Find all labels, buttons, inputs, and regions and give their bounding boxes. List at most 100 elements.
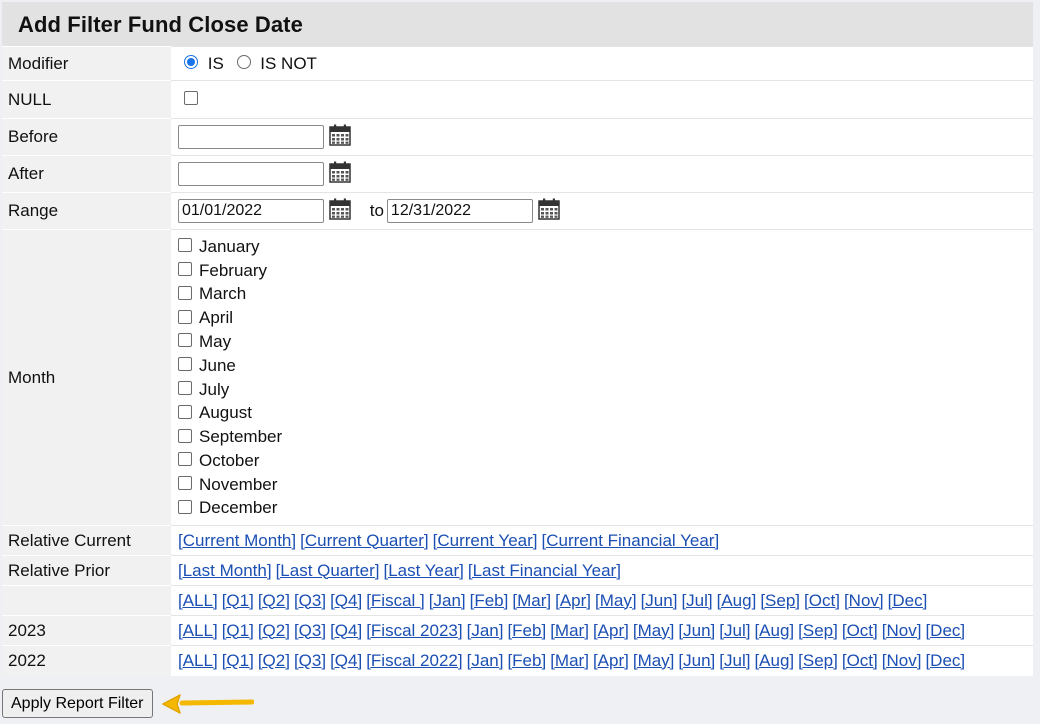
period-link[interactable]: [Aug] bbox=[754, 621, 794, 640]
period-link[interactable]: [Jul] bbox=[719, 621, 750, 640]
month-checkbox[interactable] bbox=[178, 404, 192, 419]
month-checkbox[interactable] bbox=[178, 381, 192, 396]
period-link[interactable]: [Q3] bbox=[294, 591, 326, 610]
month-option[interactable]: November bbox=[173, 473, 1033, 497]
range-from-input[interactable]: 01/01/2022 bbox=[178, 199, 324, 223]
period-link[interactable]: [Q2] bbox=[258, 621, 290, 640]
period-link[interactable]: [Oct] bbox=[804, 591, 840, 610]
period-link[interactable]: [Mar] bbox=[512, 591, 551, 610]
month-checkbox[interactable] bbox=[178, 357, 192, 372]
period-link[interactable]: [ALL] bbox=[178, 651, 218, 670]
link-last-financial-year[interactable]: [Last Financial Year] bbox=[468, 561, 621, 580]
calendar-icon[interactable] bbox=[329, 198, 351, 225]
apply-report-filter-button[interactable]: Apply Report Filter bbox=[2, 689, 153, 718]
month-option[interactable]: May bbox=[173, 330, 1033, 354]
link-current-year[interactable]: [Current Year] bbox=[433, 531, 538, 550]
before-date-input[interactable] bbox=[178, 125, 324, 149]
period-link[interactable]: [May] bbox=[633, 621, 675, 640]
period-link[interactable]: [Feb] bbox=[507, 651, 546, 670]
period-link[interactable]: [Oct] bbox=[842, 621, 878, 640]
period-link[interactable]: [Apr] bbox=[593, 621, 629, 640]
month-checkbox[interactable] bbox=[178, 333, 192, 348]
period-link[interactable]: [ALL] bbox=[178, 591, 218, 610]
period-link[interactable]: [Mar] bbox=[550, 651, 589, 670]
period-link[interactable]: [Sep] bbox=[798, 621, 838, 640]
period-link[interactable]: [Jun] bbox=[678, 651, 715, 670]
link-last-year[interactable]: [Last Year] bbox=[384, 561, 464, 580]
before-label: Before bbox=[2, 118, 171, 156]
month-checkbox[interactable] bbox=[178, 285, 192, 300]
month-checkbox[interactable] bbox=[178, 452, 192, 467]
period-link[interactable]: [Q1] bbox=[222, 651, 254, 670]
month-option[interactable]: September bbox=[173, 425, 1033, 449]
period-link[interactable]: [ALL] bbox=[178, 621, 218, 640]
period-link[interactable]: [Jan] bbox=[429, 591, 466, 610]
radio-is[interactable] bbox=[184, 55, 198, 70]
month-checkbox[interactable] bbox=[178, 238, 192, 253]
period-link[interactable]: [Jul] bbox=[719, 651, 750, 670]
period-link[interactable]: [Feb] bbox=[470, 591, 509, 610]
period-link[interactable]: [Jan] bbox=[467, 651, 504, 670]
period-link[interactable]: [Q2] bbox=[258, 651, 290, 670]
period-link[interactable]: [Q4] bbox=[330, 591, 362, 610]
link-current-quarter[interactable]: [Current Quarter] bbox=[300, 531, 429, 550]
period-link[interactable]: [Fiscal 2023] bbox=[366, 621, 462, 640]
link-last-quarter[interactable]: [Last Quarter] bbox=[276, 561, 380, 580]
period-link[interactable]: [Fiscal ] bbox=[366, 591, 425, 610]
period-link[interactable]: [Jun] bbox=[641, 591, 678, 610]
month-option[interactable]: December bbox=[173, 496, 1033, 520]
period-link[interactable]: [Jan] bbox=[467, 621, 504, 640]
period-link[interactable]: [May] bbox=[595, 591, 637, 610]
link-current-month[interactable]: [Current Month] bbox=[178, 531, 296, 550]
period-link[interactable]: [Q3] bbox=[294, 651, 326, 670]
period-link[interactable]: [Apr] bbox=[555, 591, 591, 610]
month-option-label: May bbox=[199, 331, 232, 351]
period-link[interactable]: [Nov] bbox=[882, 621, 922, 640]
period-link[interactable]: [Sep] bbox=[798, 651, 838, 670]
calendar-icon[interactable] bbox=[329, 124, 351, 151]
period-link[interactable]: [Q2] bbox=[258, 591, 290, 610]
link-last-month[interactable]: [Last Month] bbox=[178, 561, 272, 580]
period-link[interactable]: [Feb] bbox=[507, 621, 546, 640]
calendar-icon[interactable] bbox=[538, 198, 560, 225]
period-link[interactable]: [Jun] bbox=[678, 621, 715, 640]
month-checkbox[interactable] bbox=[178, 500, 192, 514]
month-checkbox[interactable] bbox=[178, 428, 192, 443]
period-link[interactable]: [Dec] bbox=[925, 651, 965, 670]
null-checkbox[interactable] bbox=[184, 91, 198, 106]
month-option[interactable]: March bbox=[173, 282, 1033, 306]
period-link[interactable]: [Nov] bbox=[844, 591, 884, 610]
period-link[interactable]: [Dec] bbox=[925, 621, 965, 640]
month-option[interactable]: August bbox=[173, 401, 1033, 425]
period-link[interactable]: [Nov] bbox=[882, 651, 922, 670]
radio-is-not[interactable] bbox=[236, 55, 251, 70]
month-option[interactable]: June bbox=[173, 354, 1033, 378]
calendar-icon[interactable] bbox=[329, 161, 351, 188]
range-to-input[interactable]: 12/31/2022 bbox=[386, 199, 533, 223]
period-link[interactable]: [Jul] bbox=[681, 591, 712, 610]
period-link[interactable]: [Mar] bbox=[550, 621, 589, 640]
month-checkbox[interactable] bbox=[178, 262, 192, 277]
month-checkbox[interactable] bbox=[178, 309, 192, 324]
period-link[interactable]: [Q4] bbox=[330, 651, 362, 670]
period-link[interactable]: [Fiscal 2022] bbox=[366, 651, 462, 670]
period-link[interactable]: [Oct] bbox=[842, 651, 878, 670]
month-option[interactable]: July bbox=[173, 378, 1033, 402]
period-link[interactable]: [Q3] bbox=[294, 621, 326, 640]
period-link[interactable]: [Apr] bbox=[593, 651, 629, 670]
period-link[interactable]: [May] bbox=[633, 651, 675, 670]
period-link[interactable]: [Aug] bbox=[717, 591, 757, 610]
period-link[interactable]: [Dec] bbox=[888, 591, 928, 610]
month-option[interactable]: April bbox=[173, 306, 1033, 330]
month-option[interactable]: January bbox=[173, 235, 1033, 259]
after-date-input[interactable] bbox=[178, 162, 324, 186]
period-link[interactable]: [Aug] bbox=[754, 651, 794, 670]
month-option[interactable]: February bbox=[173, 259, 1033, 283]
link-current-financial-year[interactable]: [Current Financial Year] bbox=[542, 531, 720, 550]
month-option[interactable]: October bbox=[173, 449, 1033, 473]
period-link[interactable]: [Sep] bbox=[760, 591, 800, 610]
period-link[interactable]: [Q4] bbox=[330, 621, 362, 640]
month-checkbox[interactable] bbox=[178, 476, 192, 491]
period-link[interactable]: [Q1] bbox=[222, 591, 254, 610]
period-link[interactable]: [Q1] bbox=[222, 621, 254, 640]
